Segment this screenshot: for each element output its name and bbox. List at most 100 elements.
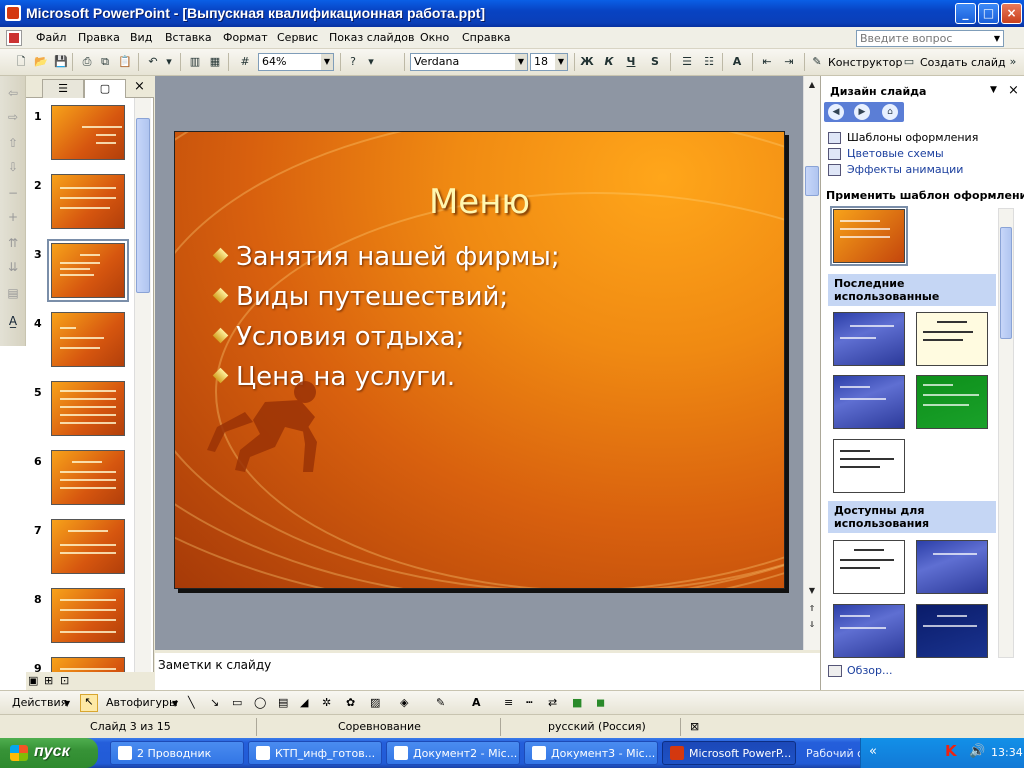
- menu-help[interactable]: Справка: [462, 31, 510, 44]
- slide-scrollbar[interactable]: ▲ ▼ ⇑ ⇓: [803, 76, 820, 650]
- open-folder-icon[interactable]: 📂: [32, 53, 50, 71]
- select-pointer-icon[interactable]: ↖: [80, 694, 98, 712]
- slide-thumbnail[interactable]: [51, 450, 125, 505]
- autoshapes-menu[interactable]: Автофигуры: [106, 696, 178, 709]
- new-slide-button[interactable]: Создать слайд: [920, 56, 1006, 69]
- insert-chart-icon[interactable]: ▥: [186, 53, 204, 71]
- slide-thumb-row[interactable]: 8: [26, 581, 134, 643]
- save-icon[interactable]: 💾: [52, 53, 70, 71]
- powerpoint-app-icon[interactable]: [5, 5, 21, 21]
- home-icon[interactable]: ⌂: [882, 104, 898, 120]
- template-blue-2[interactable]: [833, 375, 905, 429]
- print-icon[interactable]: ⎙: [78, 53, 96, 71]
- next-slide-icon[interactable]: ⇓: [805, 618, 819, 632]
- slide-thumb-row[interactable]: 1: [26, 98, 134, 160]
- task-ktp[interactable]: КТП_инф_готов...: [248, 741, 382, 765]
- slide-thumb-row[interactable]: 2: [26, 167, 134, 229]
- design-templates-link[interactable]: Шаблоны оформления: [847, 131, 978, 144]
- oval-icon[interactable]: ◯: [254, 696, 266, 709]
- template-current[interactable]: [830, 206, 908, 266]
- menu-insert[interactable]: Вставка: [165, 31, 212, 44]
- menu-slideshow[interactable]: Показ слайдов: [329, 31, 415, 44]
- menu-tools[interactable]: Сервис: [277, 31, 318, 44]
- grid-icon[interactable]: #: [236, 53, 254, 71]
- wordart-icon[interactable]: ◢: [300, 696, 308, 709]
- italic-button[interactable]: К: [600, 53, 618, 71]
- constructor-button[interactable]: Конструктор: [828, 56, 902, 69]
- diagram-icon[interactable]: ✲: [322, 696, 331, 709]
- close-icon[interactable]: ×: [1008, 83, 1019, 98]
- copy-icon[interactable]: ⧉: [96, 53, 114, 71]
- arrow-style-icon[interactable]: ⇄: [548, 696, 557, 709]
- chevron-down-icon[interactable]: ▼: [515, 54, 527, 70]
- fill-color-icon[interactable]: ◈: [400, 696, 408, 709]
- task-document2[interactable]: Документ2 - Mic...: [386, 741, 520, 765]
- arrow-icon[interactable]: ↘: [210, 696, 219, 709]
- template-blue-4[interactable]: [833, 604, 905, 658]
- increase-font-icon[interactable]: A: [728, 53, 746, 71]
- bullet-list-icon[interactable]: ☷: [700, 53, 718, 71]
- demote-icon[interactable]: ⇨: [4, 108, 22, 126]
- textbox-icon[interactable]: ▤: [278, 696, 288, 709]
- font-select[interactable]: Verdana ▼: [410, 53, 528, 71]
- normal-view-icon[interactable]: ▣: [28, 674, 38, 687]
- zoom-select[interactable]: 64% ▼: [258, 53, 334, 71]
- menu-window[interactable]: Окно: [420, 31, 449, 44]
- actions-menu[interactable]: Действия: [12, 696, 67, 709]
- collapse-all-icon[interactable]: ⇈: [4, 234, 22, 252]
- undo-dropdown-icon[interactable]: ▾: [160, 53, 178, 71]
- slide-bullet[interactable]: Занятия нашей фирмы;: [212, 242, 560, 272]
- help-icon[interactable]: ?: [344, 53, 362, 71]
- task-document3[interactable]: Документ3 - Mic...: [524, 741, 658, 765]
- slide-thumbnail[interactable]: [51, 519, 125, 574]
- move-up-icon[interactable]: ⇧: [4, 134, 22, 152]
- decrease-indent-icon[interactable]: ⇤: [758, 53, 776, 71]
- document-icon[interactable]: [6, 30, 22, 46]
- rectangle-icon[interactable]: ▭: [232, 696, 242, 709]
- task-explorer[interactable]: 2 Проводник: [110, 741, 244, 765]
- tab-slides[interactable]: ▢: [84, 79, 126, 98]
- template-blue[interactable]: [833, 312, 905, 366]
- expand-all-icon[interactable]: ⇊: [4, 258, 22, 276]
- slide-thumb-row[interactable]: 7: [26, 512, 134, 574]
- antivirus-icon[interactable]: K: [945, 742, 957, 760]
- slide-thumb-row[interactable]: 5: [26, 374, 134, 436]
- scroll-down-icon[interactable]: ▼: [805, 584, 819, 598]
- slide-thumbnail[interactable]: [51, 105, 125, 160]
- slide-thumb-row[interactable]: 6: [26, 443, 134, 505]
- template-navy[interactable]: [916, 604, 988, 658]
- minimize-button[interactable]: _: [955, 3, 976, 24]
- new-slide-icon[interactable]: ▭: [900, 53, 918, 71]
- numbered-list-icon[interactable]: ☰: [678, 53, 696, 71]
- templates-scrollbar[interactable]: [998, 208, 1014, 658]
- line-icon[interactable]: ╲: [188, 696, 195, 709]
- previous-slide-icon[interactable]: ⇑: [805, 602, 819, 616]
- sorter-view-icon[interactable]: ⊞: [44, 674, 53, 687]
- clipart-icon[interactable]: ✿: [346, 696, 355, 709]
- chevron-down-icon[interactable]: ▼: [64, 699, 70, 708]
- line-style-icon[interactable]: ≡: [504, 696, 513, 709]
- summary-slide-icon[interactable]: ▤: [4, 284, 22, 302]
- maximize-button[interactable]: □: [978, 3, 999, 24]
- slide-bullet[interactable]: Условия отдыха;: [212, 322, 464, 352]
- collapse-icon[interactable]: −: [4, 184, 22, 202]
- current-slide[interactable]: Меню Занятия нашей фирмы; Виды путешеств…: [174, 131, 785, 589]
- template-cream[interactable]: [916, 312, 988, 366]
- increase-indent-icon[interactable]: ⇥: [780, 53, 798, 71]
- color-schemes-link[interactable]: Цветовые схемы: [847, 147, 944, 160]
- tab-outline[interactable]: ☰: [42, 79, 84, 98]
- slide-thumb-row[interactable]: 3: [26, 236, 134, 302]
- shadow-button[interactable]: S: [646, 53, 664, 71]
- paste-icon[interactable]: 📋: [116, 53, 134, 71]
- chevron-down-icon[interactable]: ▼: [172, 699, 178, 708]
- show-formatting-icon[interactable]: A̲: [4, 312, 22, 330]
- shadow-style-icon[interactable]: ■: [572, 696, 582, 709]
- ask-question-input[interactable]: Введите вопрос ▼: [856, 30, 1004, 47]
- promote-icon[interactable]: ⇦: [4, 84, 22, 102]
- back-icon[interactable]: ◀: [828, 104, 844, 120]
- picture-icon[interactable]: ▨: [370, 696, 380, 709]
- template-green[interactable]: [916, 375, 988, 429]
- start-button[interactable]: пуск: [0, 738, 98, 768]
- font-color-icon[interactable]: A: [472, 696, 481, 709]
- line-color-icon[interactable]: ✎: [436, 696, 445, 709]
